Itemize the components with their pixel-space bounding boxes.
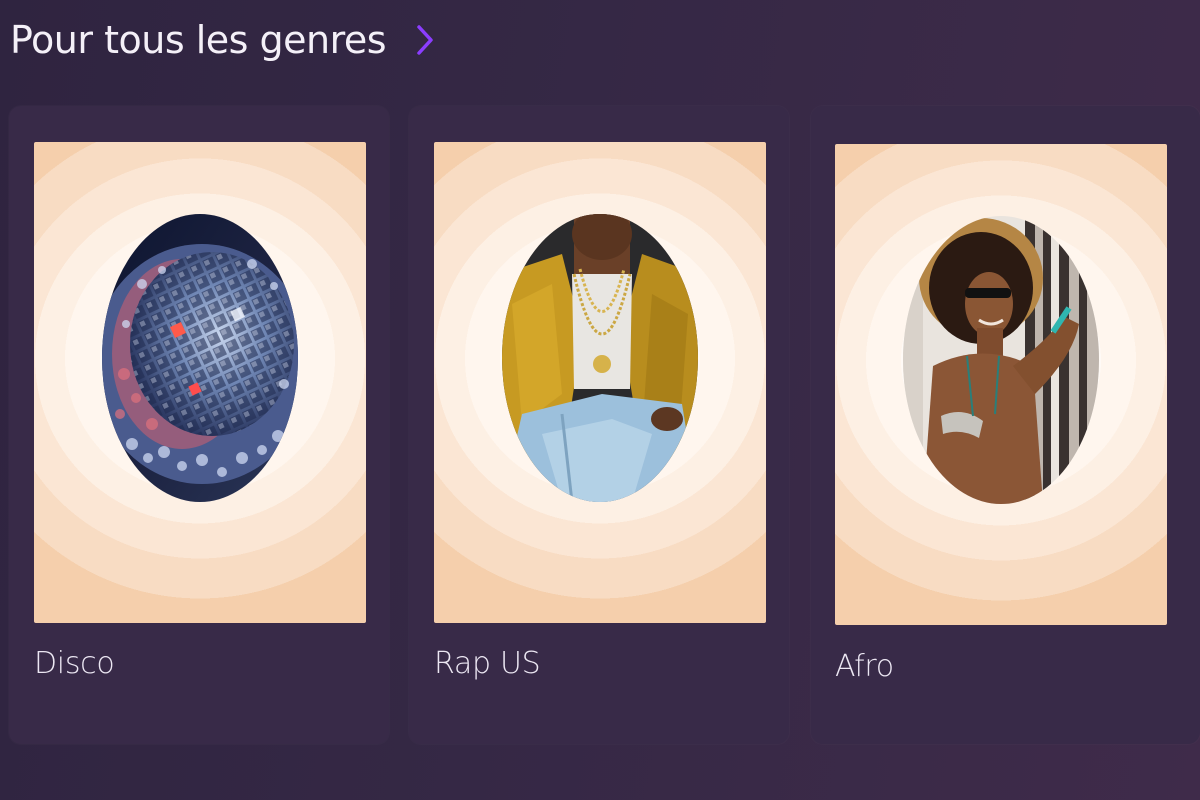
genre-card-list: Disco Rap US Afro: [9, 106, 1200, 746]
rapper-image: [502, 214, 698, 503]
genre-card-disco[interactable]: Disco: [9, 106, 389, 744]
section-header: Pour tous les genres: [10, 14, 436, 66]
genre-card-afro[interactable]: Afro: [811, 106, 1200, 744]
afro-woman-image: [903, 216, 1099, 505]
genre-card-label: Rap US: [434, 646, 541, 681]
genre-card-label: Afro: [835, 649, 894, 684]
genre-card-label: Disco: [34, 646, 115, 681]
genre-cover[interactable]: [835, 144, 1167, 625]
section-title[interactable]: Pour tous les genres: [10, 18, 387, 62]
chevron-right-icon[interactable]: [414, 23, 436, 57]
genre-card-rap-us[interactable]: Rap US: [409, 106, 789, 744]
genre-cover[interactable]: [434, 142, 766, 623]
genre-cover[interactable]: [34, 142, 366, 623]
disco-ball-image: [102, 214, 298, 503]
